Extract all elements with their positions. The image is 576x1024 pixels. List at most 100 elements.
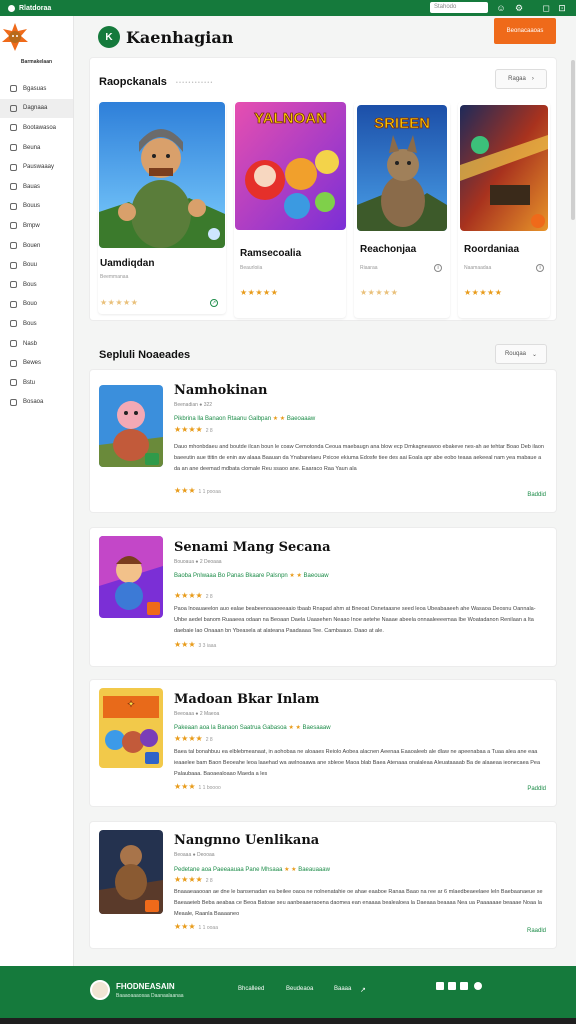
featured-card[interactable]: YALNOAN Ramsecoalia Beaurloiia ★★★★★ (234, 102, 346, 318)
game-thumbnail[interactable] (99, 385, 163, 467)
footer-link[interactable]: Beudeaoa (286, 986, 313, 992)
lock-icon[interactable]: ⊡ (557, 3, 567, 13)
share-icon[interactable]: ↗ (210, 299, 218, 307)
game-thumbnail[interactable] (99, 102, 225, 248)
sidebar-item[interactable]: Bmpw (0, 216, 73, 236)
sidebar-item[interactable]: Bous (0, 314, 73, 334)
sidebar-item-label: Bewes (23, 360, 42, 367)
external-link-icon[interactable]: ↗ (360, 986, 366, 994)
top-brand[interactable]: Rlatdoraa (8, 4, 52, 12)
menu-icon (10, 222, 17, 230)
notification-icon[interactable]: ◻ (541, 3, 551, 13)
sidebar-item[interactable]: Beuna (0, 138, 73, 158)
list-item[interactable]: ✦ Madoan Bkar Inlam Beeoaaa ● 2 Maeoa Pa… (90, 680, 556, 806)
game-category: Beemmanaa (100, 274, 129, 280)
social-icon[interactable] (460, 982, 468, 990)
primary-action-button[interactable]: Beonacaaoas (494, 18, 556, 44)
details-link[interactable]: Baddid (527, 492, 546, 498)
info-icon[interactable]: i (434, 264, 442, 272)
menu-icon (10, 261, 17, 269)
game-title[interactable]: Roordaniaa (464, 244, 519, 255)
star-icon: ★ ★ (284, 867, 297, 873)
rating-stars: ★★★★★ (240, 288, 279, 297)
menu-icon (10, 242, 17, 250)
game-tag[interactable]: Baesaaaw (303, 725, 331, 731)
footer-brand: FHODNEASAIN (116, 982, 175, 991)
sidebar-item[interactable]: Bauas (0, 177, 73, 197)
menu-icon (10, 281, 17, 289)
game-title[interactable]: Madoan Bkar Inlam (174, 692, 319, 707)
sidebar-item[interactable]: Bootawasoa (0, 118, 73, 138)
sidebar-item[interactable]: Bouus (0, 197, 73, 217)
footer-link[interactable]: Baaaa (334, 986, 351, 992)
top-brand-label: Rlatdoraa (19, 4, 52, 12)
social-icon[interactable] (448, 982, 456, 990)
sidebar-item[interactable]: Dagnaaa (0, 98, 73, 119)
logo-icon[interactable] (0, 22, 30, 52)
user-icon[interactable]: ☺ (496, 3, 506, 13)
featured-sort-dropdown[interactable]: Ragaa › (495, 69, 547, 89)
game-title[interactable]: Ramsecoalia (240, 248, 301, 259)
sidebar-item[interactable]: Bewes (0, 353, 73, 373)
sidebar-item[interactable]: Pauswaaay (0, 157, 73, 177)
game-title[interactable]: Senami Mang Secana (174, 540, 331, 555)
list-sort-dropdown[interactable]: Rouqaa ⌄ (495, 344, 547, 364)
game-title[interactable]: Uamdiqdan (100, 258, 154, 269)
footer-link[interactable]: Bhcalleed (238, 986, 264, 992)
game-tag[interactable]: Baeoaaaw (287, 416, 315, 422)
sidebar-item[interactable]: Bouo (0, 295, 73, 315)
game-thumbnail[interactable] (99, 830, 163, 914)
game-thumbnail[interactable] (460, 105, 548, 231)
game-title[interactable]: Reachonjaa (360, 244, 416, 255)
list-item[interactable]: Nangnno Uenlikana Beoaaa ● Deooaa Pedeta… (90, 822, 556, 948)
social-icon[interactable] (474, 982, 482, 990)
settings-icon[interactable]: ⚙ (514, 3, 524, 13)
star-icon: ★ ★ (272, 416, 286, 422)
sidebar-item[interactable]: Bosaoa (0, 393, 73, 413)
rating-stars: ★★★★ 2 8 (174, 875, 213, 884)
sidebar-item[interactable]: Bouu (0, 255, 73, 275)
featured-card[interactable]: SRIEEN Reachonjaa Riaaraa i ★★★★★ (354, 102, 450, 318)
game-thumbnail[interactable]: ✦ (99, 688, 163, 768)
game-tag[interactable]: Baeauaaaw (298, 867, 330, 873)
sidebar-item[interactable]: Bstu (0, 373, 73, 393)
game-thumbnail[interactable]: YALNOAN (235, 102, 346, 230)
game-description: Baea tal bonahbuu ea elblebmeanaat, in a… (174, 749, 541, 777)
thumbnail-banner: SRIEEN (374, 115, 431, 133)
game-thumbnail[interactable] (99, 536, 163, 618)
menu-icon (10, 85, 17, 93)
avatar[interactable] (90, 980, 110, 1000)
rating-count: 2 8 (205, 737, 213, 743)
details-link[interactable]: Paddld (527, 786, 546, 792)
game-meta: Beeoaaa ● 2 Maeoa (174, 711, 220, 717)
rating-count: 2 8 (205, 878, 213, 884)
list-item[interactable]: Namhokinan Beenadian ● 322 Pikbrina lla … (90, 370, 556, 512)
game-title[interactable]: Nangnno Uenlikana (174, 833, 319, 848)
sidebar-item[interactable]: Nasb (0, 334, 73, 354)
game-tags-text: Pedetane aoa Paeeaauaa Pane Mhsaaa (174, 867, 283, 873)
scrollbar[interactable] (571, 60, 575, 220)
thumbnail-banner-icon: ✦ (127, 699, 135, 710)
sidebar-item[interactable]: Bouen (0, 236, 73, 256)
top-search-input[interactable]: Stahodo (430, 2, 488, 13)
rating-stars: ★★★★ 2 8 (174, 591, 213, 600)
list-item[interactable]: Senami Mang Secana Bouoaua ● 2 Deoaaa Ba… (90, 528, 556, 666)
game-tag[interactable]: Baeouaw (304, 573, 329, 579)
menu-icon (10, 379, 17, 387)
featured-card[interactable]: Roordaniaa Naamaadaa i ★★★★★ (458, 102, 550, 318)
sidebar-item[interactable]: Bgasuas (0, 79, 73, 99)
details-link[interactable]: Raadld (527, 928, 546, 934)
rating-stars: ★★★★ 2 8 (174, 425, 213, 434)
rating-stars: ★★★★★ (100, 298, 139, 307)
game-title[interactable]: Namhokinan (174, 383, 267, 398)
footer-rating-count: 1 1 boooo (198, 785, 221, 791)
game-thumbnail[interactable]: SRIEEN (357, 105, 447, 231)
sidebar-item-label: Bootawasoa (23, 124, 57, 131)
chevron-down-icon: › (531, 76, 534, 82)
sidebar-item[interactable]: Bous (0, 275, 73, 295)
footer-subtitle: Baaaoaaaosaa Daanaalaanaa (116, 993, 184, 999)
info-icon[interactable]: i (536, 264, 544, 272)
featured-card[interactable]: Uamdiqdan Beemmanaa ★★★★★ ↗ (98, 102, 226, 314)
social-icon[interactable] (436, 982, 444, 990)
game-meta: Beenadian ● 322 (174, 402, 213, 408)
